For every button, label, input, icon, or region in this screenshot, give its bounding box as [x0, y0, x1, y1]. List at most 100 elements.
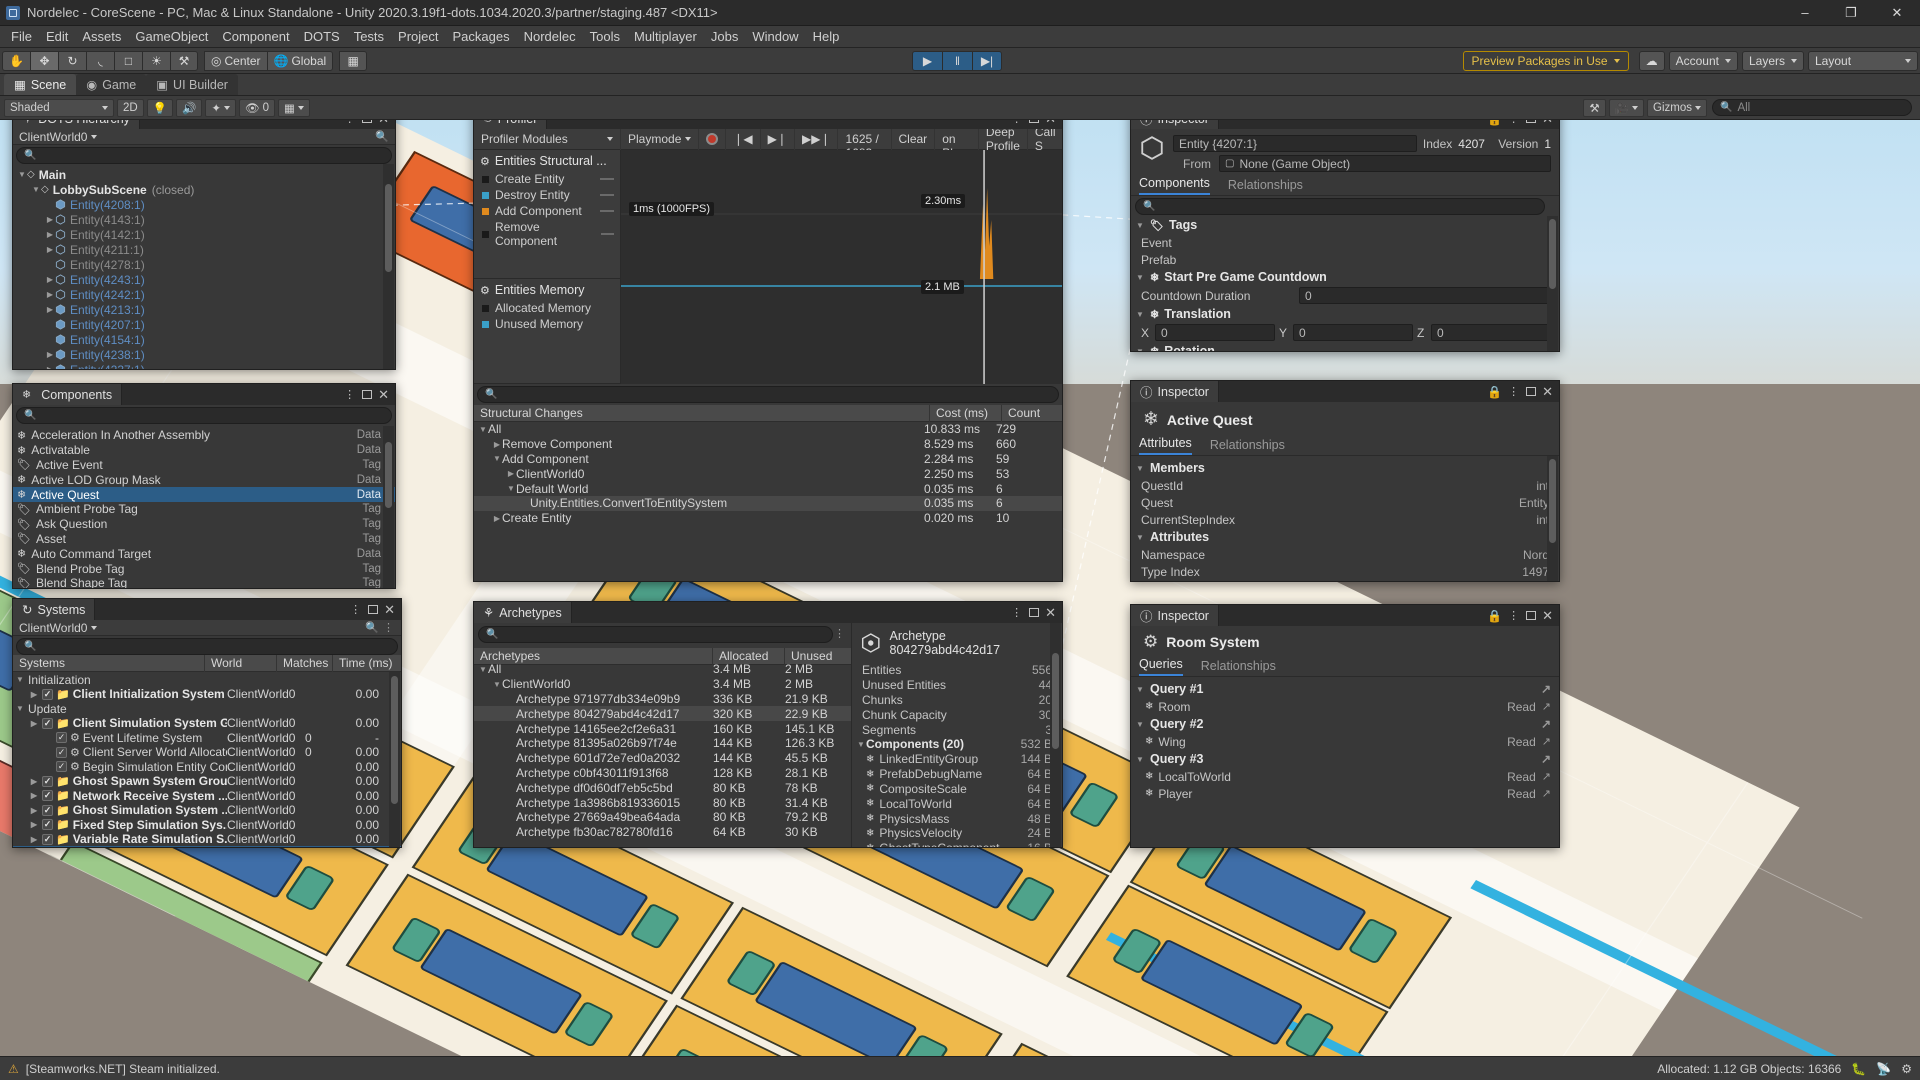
component-list-item[interactable]: ❄ Acceleration In Another Assembly Data [13, 428, 395, 443]
components-search-input[interactable]: 🔍 [16, 407, 392, 424]
query-component-row[interactable]: ❄ Room Read ↗ [1131, 698, 1559, 715]
query-external-icon[interactable]: ↗ [1541, 682, 1559, 696]
inspector-field-input[interactable]: 0 [1299, 287, 1551, 304]
collapse-arrow[interactable] [45, 230, 55, 239]
panel-menu-icon[interactable]: ⋮ [1508, 385, 1520, 398]
system-row[interactable]: ✓📁Client Simulation System Gr...ClientWo… [13, 716, 401, 731]
expand-arrow[interactable] [492, 680, 502, 689]
structural-table-body[interactable]: All 10.833 ms 729 Remove Component 8.529 ms 6… [474, 422, 1062, 581]
scene-tools-button[interactable]: ⚒ [1583, 98, 1606, 117]
hierarchy-item[interactable]: Entity(4278:1) [13, 257, 395, 272]
legend-add-component[interactable]: Add Component [474, 203, 620, 219]
chevron-down-icon[interactable] [91, 134, 98, 139]
preview-packages-badge[interactable]: Preview Packages in Use [1462, 50, 1629, 71]
pivot-mode-button[interactable]: ◎ Center [204, 50, 267, 71]
collapse-arrow[interactable] [29, 806, 39, 815]
scale-tool-icon[interactable]: ◟ [86, 50, 114, 71]
tab-inspector-quest[interactable]: ⓘ Inspector [1131, 381, 1219, 402]
archetype-row[interactable]: ClientWorld0 3.4 MB 2 MB [474, 677, 851, 692]
menu-gameobject[interactable]: GameObject [128, 27, 215, 46]
expand-arrow[interactable] [1135, 310, 1145, 319]
deep-profile-button[interactable]: Deep Profile [979, 125, 1028, 153]
collapse-arrow[interactable] [506, 469, 516, 478]
toggle-2d-button[interactable]: 2D [117, 98, 144, 117]
hierarchy-item[interactable]: Entity(4208:1) [13, 197, 395, 212]
inspector-quest-content[interactable]: Members QuestIdintQuestEntityCurrentStepI… [1131, 456, 1559, 581]
components-scrollbar[interactable] [383, 426, 394, 588]
menu-component[interactable]: Component [215, 27, 296, 46]
query-section-header[interactable]: Query #1 ↗ [1131, 680, 1559, 698]
archetype-row[interactable]: Archetype 14165ee2cf2e6a31 160 KB 145.1 KB [474, 721, 851, 736]
clear-button[interactable]: Clear [892, 128, 936, 150]
col-structural-changes[interactable]: Structural Changes [474, 404, 930, 422]
hierarchy-item[interactable]: ◇LobbySubScene (closed) [13, 182, 395, 197]
hierarchy-item[interactable]: Entity(4207:1) [13, 317, 395, 332]
close-button[interactable]: ✕ [1874, 0, 1920, 26]
record-button[interactable] [699, 128, 727, 150]
vector-axis-input[interactable]: 0 [1431, 324, 1551, 341]
col-cost-ms[interactable]: Cost (ms) [930, 404, 1002, 422]
hierarchy-item[interactable]: Entity(4237:1) [13, 362, 395, 369]
expand-arrow[interactable] [15, 704, 25, 713]
console-icon[interactable]: ⚠ [8, 1062, 19, 1076]
system-enabled-checkbox[interactable]: ✓ [42, 790, 53, 802]
expand-arrow[interactable] [478, 425, 488, 434]
menu-project[interactable]: Project [391, 27, 445, 46]
archetype-detail-scrollbar[interactable] [1050, 623, 1061, 847]
menu-dots[interactable]: DOTS [297, 27, 347, 46]
component-list-item[interactable]: 🏷 Ask Question Tag [13, 517, 395, 532]
menu-tests[interactable]: Tests [347, 27, 391, 46]
archetype-component-row[interactable]: ❄ CompositeScale 64 B [852, 782, 1062, 797]
query-external-icon[interactable]: ↗ [1542, 700, 1559, 713]
component-list-item[interactable]: ❄ Active Quest Data [13, 487, 395, 502]
menu-packages[interactable]: Packages [446, 27, 517, 46]
panel-menu-icon[interactable]: ⋮ [1011, 606, 1023, 619]
collapse-arrow[interactable] [29, 777, 39, 786]
archetype-component-row[interactable]: ❄ PhysicsVelocity 24 B [852, 826, 1062, 841]
system-row[interactable]: Update [13, 701, 401, 716]
subtab-relationships[interactable]: Relationships [1210, 438, 1285, 455]
expand-arrow[interactable] [1135, 221, 1145, 230]
menu-tools[interactable]: Tools [583, 27, 627, 46]
query-external-icon[interactable]: ↗ [1542, 735, 1559, 748]
system-row[interactable]: Initialization [13, 672, 401, 687]
system-row[interactable]: ✓ ⚙ Client Server World Allocato... ClientW… [13, 745, 401, 760]
component-list-item[interactable]: 🏷 Active Event Tag [13, 458, 395, 473]
collapse-arrow[interactable] [29, 835, 39, 844]
archetype-row[interactable]: All 3.4 MB 2 MB [474, 662, 851, 677]
hierarchy-world-label[interactable]: ClientWorld0 [19, 130, 87, 144]
account-dropdown[interactable]: Account [1668, 50, 1738, 71]
hierarchy-item[interactable]: ◇Main [13, 167, 395, 182]
expand-arrow[interactable] [506, 484, 516, 493]
legend-unused-memory[interactable]: Unused Memory [474, 316, 620, 332]
profiler-table-search-input[interactable]: 🔍 [477, 386, 1059, 403]
expand-arrow[interactable] [1135, 720, 1145, 729]
query-section-header[interactable]: Query #2 ↗ [1131, 715, 1559, 733]
archetypes-search-input[interactable]: 🔍 [478, 626, 833, 643]
expand-arrow[interactable] [1135, 347, 1145, 352]
menu-window[interactable]: Window [745, 27, 805, 46]
systems-list[interactable]: Initialization✓📁Client Initialization Sy… [13, 672, 401, 847]
inspector-section-header[interactable]: ❄ Start Pre Game Countdown [1131, 268, 1559, 286]
system-row[interactable]: ✓📁Ghost Spawn System GroupClientWorld00.… [13, 774, 401, 789]
components-list[interactable]: ❄ Acceleration In Another Assembly Data ❄ Ac… [13, 426, 395, 588]
panel-menu-icon[interactable]: ⋮ [1508, 609, 1520, 622]
tab-scene[interactable]: ▦ Scene [4, 74, 77, 95]
legend-remove-component[interactable]: Remove Component [474, 219, 620, 249]
col-world[interactable]: World [205, 654, 277, 672]
hierarchy-item[interactable]: Entity(4243:1) [13, 272, 395, 287]
component-list-item[interactable]: ❄ Activatable Data [13, 443, 395, 458]
call-stacks-button[interactable]: Call S [1028, 125, 1062, 153]
entity-name-field[interactable]: Entity {4207:1} [1173, 135, 1417, 152]
cloud-button[interactable]: ☁ [1638, 50, 1665, 71]
inspector-entity-scrollbar[interactable] [1547, 216, 1558, 351]
collab-icon[interactable]: ⚙ [1901, 1062, 1912, 1076]
archetype-components-header[interactable]: Components (20)532 B [852, 737, 1062, 752]
chevron-down-icon[interactable] [91, 625, 98, 630]
system-row[interactable]: ✓ ⚙ Event Lifetime System ClientWorld0 0- [13, 730, 401, 745]
component-list-item[interactable]: 🏷 Ambient Probe Tag Tag [13, 502, 395, 517]
expand-arrow[interactable] [1135, 273, 1145, 282]
lighting-toggle[interactable]: 💡 [146, 98, 174, 117]
archetype-row[interactable]: Archetype fb30ac782780fd16 64 KB 30 KB [474, 825, 851, 840]
col-matches[interactable]: Matches [277, 654, 333, 672]
